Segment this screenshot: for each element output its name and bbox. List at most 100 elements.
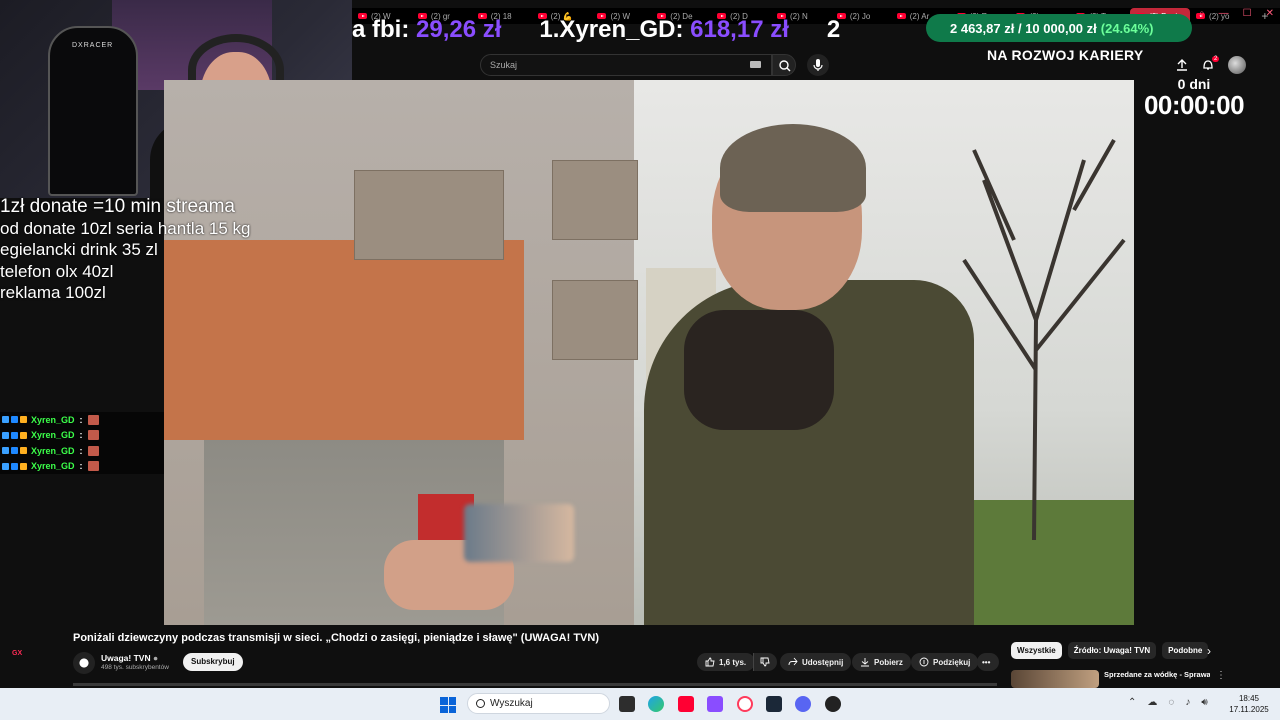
network-cloud-icon[interactable]: ☁ — [1147, 697, 1157, 708]
chat-username[interactable]: Xyren_GD — [31, 415, 75, 425]
thumbs-down-icon — [760, 657, 770, 667]
chevron-right-icon[interactable]: › — [1207, 644, 1211, 658]
donation-rule-line: egielancki drink 35 zl — [0, 240, 158, 259]
screen: DXRACER (2) W (2) gr (2) 18 (2) 💪 (2) W (2) D… — [0, 0, 1280, 720]
windows-start-icon[interactable] — [440, 697, 456, 713]
filter-chip[interactable]: Wszystkie — [1011, 642, 1062, 659]
chat-badge-icon — [20, 447, 27, 455]
video-frame-balcony — [552, 160, 638, 240]
video-frame-scarf — [684, 310, 834, 430]
donation-ticker: a fbi: 29,26 zł 1.Xyren_GD: 618,17 zł 2 — [352, 14, 840, 46]
ticker-top-amount: 618,17 zł — [690, 16, 789, 43]
recommended-title[interactable]: Sprzedane za wódkę - Sprawa dla reporter… — [1104, 670, 1210, 679]
header-actions — [1176, 56, 1246, 74]
taskbar-search-input[interactable]: Wyszukaj — [467, 693, 610, 714]
chat-badge-icon — [11, 416, 18, 424]
filter-chip[interactable]: Źródło: Uwaga! TVN — [1067, 642, 1157, 659]
goal-percent: (24.64%) — [1100, 20, 1154, 36]
chat-separator: : — [79, 461, 83, 472]
horizontal-scrollbar[interactable] — [73, 683, 997, 686]
dislike-button[interactable] — [753, 653, 777, 671]
donation-rule-line: od donate 10zl seria hantla 15 kg — [0, 218, 251, 238]
chat-separator: : — [79, 430, 83, 441]
minimize-icon[interactable]: — — [1219, 8, 1229, 19]
goal-separator: / — [1017, 20, 1022, 36]
more-icon: ••• — [982, 657, 991, 667]
video-player[interactable] — [164, 80, 1134, 625]
snipping-tool-icon[interactable] — [707, 696, 723, 712]
ticker-prefix: a fbi: — [352, 16, 410, 43]
volume-icon[interactable]: 🔊︎ — [1201, 697, 1207, 708]
microphone-tray-icon[interactable]: ♪ — [1185, 697, 1190, 708]
system-tray: ⌃ ☁ ◌ ♪ 🔊︎ — [1128, 697, 1208, 708]
chat-badge-icon — [20, 431, 27, 439]
chat-badge-icon — [20, 416, 27, 424]
thanks-button[interactable]: Podziękuj — [911, 653, 979, 671]
chat-badge-icon — [2, 416, 9, 424]
maximize-icon[interactable]: ☐ — [1243, 8, 1252, 19]
channel-name[interactable]: Uwaga! TVN ● — [101, 653, 158, 663]
youtube-app-icon[interactable] — [678, 696, 694, 712]
chat-badge-icon — [2, 447, 9, 455]
share-button[interactable]: Udostępnij — [780, 653, 852, 671]
gaming-chair — [48, 26, 138, 196]
video-frame-hair — [720, 124, 866, 212]
channel-name-text: Uwaga! TVN — [101, 653, 151, 663]
chair-logo-text: DXRACER — [72, 42, 114, 49]
recommended-menu-icon[interactable]: ⋮ — [1216, 670, 1226, 681]
related-filter-chips: Wszystkie Źródło: Uwaga! TVN Podobne — [1011, 642, 1209, 659]
goal-current: 2 463,87 zł — [950, 20, 1015, 36]
youtube-favicon-icon — [896, 13, 906, 19]
stream-chat: Xyren_GD: Xyren_GD: Xyren_GD: Xyren_GD: — [0, 412, 164, 474]
upload-icon[interactable] — [1176, 58, 1188, 72]
chat-emote-icon — [87, 430, 99, 441]
discord-icon[interactable] — [795, 696, 811, 712]
video-frame-balcony — [354, 170, 504, 260]
video-frame-balcony — [552, 280, 638, 360]
stream-timer: 00:00:00 — [1143, 90, 1245, 120]
thanks-label: Podziękuj — [933, 657, 971, 667]
clock-date: 17.11.2025 — [1229, 705, 1269, 714]
chat-emote-icon — [87, 461, 99, 472]
donation-rule-line: telefon olx 40zl — [0, 261, 114, 281]
more-actions-button[interactable]: ••• — [977, 653, 999, 671]
edge-browser-icon[interactable] — [648, 696, 664, 712]
chat-username[interactable]: Xyren_GD — [31, 446, 75, 456]
donation-goal-bar: 2 463,87 zł / 10 000,00 zł (24.64%) — [926, 14, 1192, 42]
goal-target: 10 000,00 zł — [1025, 20, 1097, 36]
chat-message: Xyren_GD: — [0, 458, 164, 474]
account-avatar[interactable] — [1228, 56, 1246, 74]
language-icon[interactable]: ◌ — [1168, 697, 1174, 708]
verified-icon: ● — [152, 653, 159, 663]
like-button[interactable]: 1,6 tys. — [697, 653, 755, 671]
chat-message: Xyren_GD: — [0, 443, 164, 459]
search-button[interactable] — [772, 54, 796, 76]
download-button[interactable]: Pobierz — [852, 653, 911, 671]
taskbar-clock[interactable]: 18:45 17.11.2025 — [1224, 693, 1274, 715]
subscribe-button[interactable]: Subskrybuj — [183, 653, 243, 671]
donation-rule-line: 1zł donate =10 min streama — [0, 196, 235, 217]
window-controls: ⌕ — ☐ ✕ — [1199, 8, 1274, 19]
download-icon — [861, 658, 869, 667]
microphone-icon — [813, 59, 823, 71]
keyboard-icon[interactable] — [750, 61, 761, 68]
task-view-icon[interactable] — [619, 696, 635, 712]
steam-icon[interactable] — [766, 696, 782, 712]
chat-username[interactable]: Xyren_GD — [31, 430, 75, 440]
youtube-search-input[interactable]: Szukaj — [480, 54, 772, 76]
chevron-up-icon[interactable]: ⌃ — [1128, 697, 1136, 708]
goal-caption: NA ROZWOJ KARIERY — [987, 47, 1144, 63]
chat-emote-icon — [87, 445, 99, 456]
search-tabs-icon[interactable]: ⌕ — [1199, 8, 1205, 19]
channel-avatar[interactable] — [73, 652, 95, 674]
filter-chip[interactable]: Podobne — [1162, 642, 1209, 659]
close-icon[interactable]: ✕ — [1266, 8, 1274, 19]
recommended-thumbnail[interactable] — [1011, 670, 1099, 688]
chat-username[interactable]: Xyren_GD — [31, 461, 75, 471]
chat-badge-icon — [2, 462, 9, 470]
obs-studio-icon[interactable] — [825, 696, 841, 712]
browser-tab-label: (2) Ar — [909, 11, 930, 21]
voice-search-button[interactable] — [807, 54, 829, 76]
video-title: Poniżali dziewczyny podczas transmisji w… — [73, 632, 599, 644]
opera-browser-icon[interactable] — [737, 696, 753, 712]
